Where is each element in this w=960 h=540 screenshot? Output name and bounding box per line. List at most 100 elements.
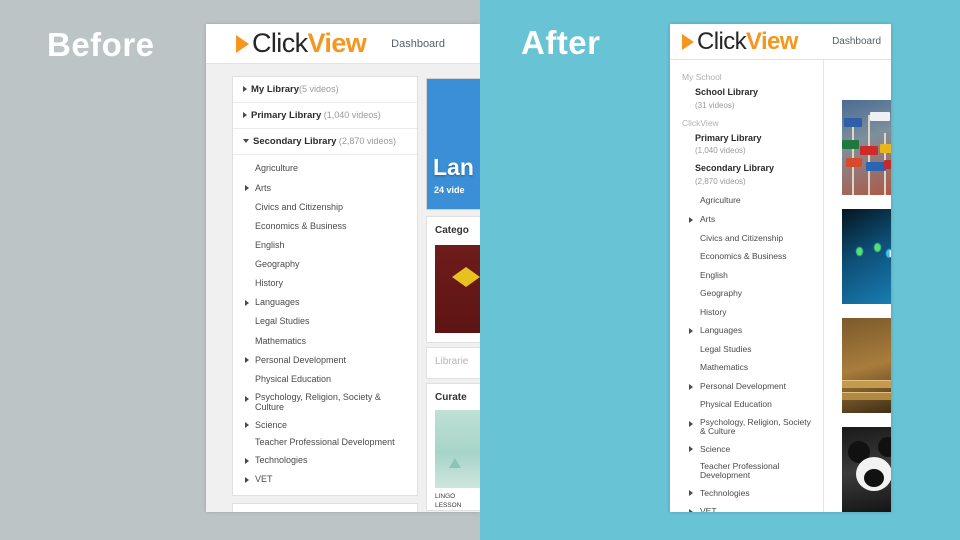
nav-library-secondary-library[interactable]: Secondary Library (2,870 videos) (670, 161, 823, 192)
library-name: Tertiary Library (251, 511, 320, 512)
hero-banner[interactable]: Lan 24 vide (426, 78, 480, 210)
subject-item[interactable]: Physical Education (233, 369, 417, 388)
neon-thumbnail[interactable]: Ec (842, 209, 891, 304)
before-body: My Library(5 videos) Primary Library (1,… (206, 64, 480, 512)
subject-label: Personal Development (255, 354, 347, 365)
curated-thumbnail[interactable] (435, 410, 480, 488)
clickview-logo[interactable]: Click View (682, 28, 798, 56)
chevron-right-icon (689, 383, 693, 390)
subject-item[interactable]: Economics & Business (233, 216, 417, 235)
subject-label: Languages (255, 297, 300, 308)
subject-item[interactable]: Teacher Professional Development (670, 459, 823, 485)
clickview-logo[interactable]: Click View (236, 28, 367, 59)
dashboard-link[interactable]: Dashboard (391, 38, 445, 50)
category-thumbnail[interactable] (435, 245, 480, 333)
subject-item[interactable]: Personal Development (670, 378, 823, 397)
after-body: My School School Library (31 videos) Cli… (670, 60, 891, 512)
subject-item[interactable]: English (233, 236, 417, 255)
library-name: Secondary Library (253, 136, 337, 147)
subject-label: Technologies (700, 487, 750, 498)
logo-click-text: Click (252, 28, 308, 58)
before-tertiary-card: Tertiary Library (3,077 videos) (232, 502, 418, 512)
play-triangle-icon (236, 34, 249, 53)
after-label: After (521, 24, 601, 61)
nav-group-label-clickview: ClickView (682, 117, 719, 128)
curated-line-3: Mein P (435, 511, 480, 512)
subject-item[interactable]: History (233, 274, 417, 293)
subject-item[interactable]: Geography (670, 285, 823, 304)
dashboard-link[interactable]: Dashboard (832, 36, 881, 47)
mickey-thumbnail[interactable] (842, 427, 891, 512)
library-name: School Library (695, 87, 759, 97)
subject-item[interactable]: VET (670, 503, 823, 512)
nav-library-school-library[interactable]: School Library (31 videos) (670, 85, 823, 116)
subject-label: English (700, 269, 728, 280)
subject-item[interactable]: Science (233, 415, 417, 434)
subject-item[interactable]: Teacher Professional Development (233, 434, 417, 450)
subject-label: Science (700, 443, 731, 454)
library-row-my-library[interactable]: My Library(5 videos) (233, 77, 417, 103)
subject-label: Languages (700, 325, 743, 336)
curated-heading: Curate (435, 392, 467, 403)
before-content-column: Lan 24 vide Catego Librarie Curate LINGO… (426, 64, 480, 512)
subject-label: History (255, 278, 284, 289)
library-count: (2,870 videos) (336, 136, 396, 146)
after-panel: Click View Dashboard My School School Lib… (670, 24, 891, 512)
library-name: My Library (251, 84, 300, 95)
library-row-secondary-library[interactable]: Secondary Library (2,870 videos) (233, 129, 417, 155)
subject-item[interactable]: Technologies (233, 451, 417, 470)
library-name: Primary Library (251, 110, 322, 121)
subject-item[interactable]: Languages (233, 293, 417, 312)
subject-item[interactable]: Personal Development (233, 350, 417, 369)
subject-item[interactable]: Civics and Citizenship (233, 197, 417, 216)
subject-item[interactable]: Psychology, Religion, Society & Culture (233, 389, 417, 416)
subject-item[interactable]: VET (233, 470, 417, 489)
subject-item[interactable]: Mathematics (670, 359, 823, 378)
subject-item[interactable]: Technologies (670, 484, 823, 503)
subject-item[interactable]: Geography (233, 255, 417, 274)
before-label: Before (47, 26, 155, 63)
subject-label: VET (255, 474, 273, 485)
nav-library-primary-library[interactable]: Primary Library (1,040 videos) (670, 131, 823, 162)
thumbnail-label: Ec (889, 249, 891, 259)
after-topbar: Click View Dashboard (670, 24, 891, 60)
library-row-primary-library[interactable]: Primary Library (1,040 videos) (233, 103, 417, 129)
subject-item[interactable]: Science (670, 440, 823, 459)
play-triangle-icon (682, 33, 694, 50)
subject-label: Science (255, 419, 288, 430)
subject-label: Geography (255, 259, 300, 270)
library-name: Secondary Library (695, 163, 775, 174)
subject-item[interactable]: Arts (233, 178, 417, 197)
subject-label: Psychology, Religion, Society & Culture (700, 416, 811, 437)
subject-item[interactable]: Civics and Citizenship (670, 229, 823, 248)
subject-item[interactable]: Legal Studies (233, 312, 417, 331)
libraries-section: Librarie (426, 347, 480, 379)
subject-item[interactable]: Legal Studies (670, 340, 823, 359)
arrow-up-icon (449, 458, 461, 468)
nav-group-label-my-school: My School (682, 72, 722, 82)
flags-thumbnail[interactable]: C (842, 100, 891, 195)
subject-item[interactable]: History (670, 303, 823, 322)
libraries-heading: Librarie (435, 356, 469, 367)
subject-item[interactable]: Mathematics (233, 331, 417, 350)
subject-label: Technologies (255, 455, 308, 466)
subject-item[interactable]: Psychology, Religion, Society & Culture (670, 415, 823, 441)
subject-item[interactable]: Arts (670, 211, 823, 230)
subject-item[interactable]: English (670, 266, 823, 285)
after-thumbnail-rail: C Ec (824, 60, 891, 512)
subject-item[interactable]: Physical Education (670, 396, 823, 415)
library-row-tertiary-library[interactable]: Tertiary Library (3,077 videos) (233, 504, 417, 512)
subject-item[interactable]: Agriculture (670, 192, 823, 211)
subject-label: Psychology, Religion, Society & Culture (255, 391, 381, 412)
after-subject-list: Agriculture Arts Civics and Citizenship Eco… (670, 192, 823, 512)
subject-item[interactable]: Agriculture (233, 159, 417, 178)
subject-label: Geography (700, 288, 743, 299)
subject-label: VET (700, 506, 717, 512)
chevron-right-icon (689, 420, 693, 427)
subject-label: Arts (255, 182, 272, 193)
subject-label: Physical Education (700, 399, 772, 410)
subject-item[interactable]: Languages (670, 322, 823, 341)
chevron-right-icon (245, 395, 249, 402)
subject-item[interactable]: Economics & Business (670, 248, 823, 267)
clock-thumbnail[interactable] (842, 318, 891, 413)
